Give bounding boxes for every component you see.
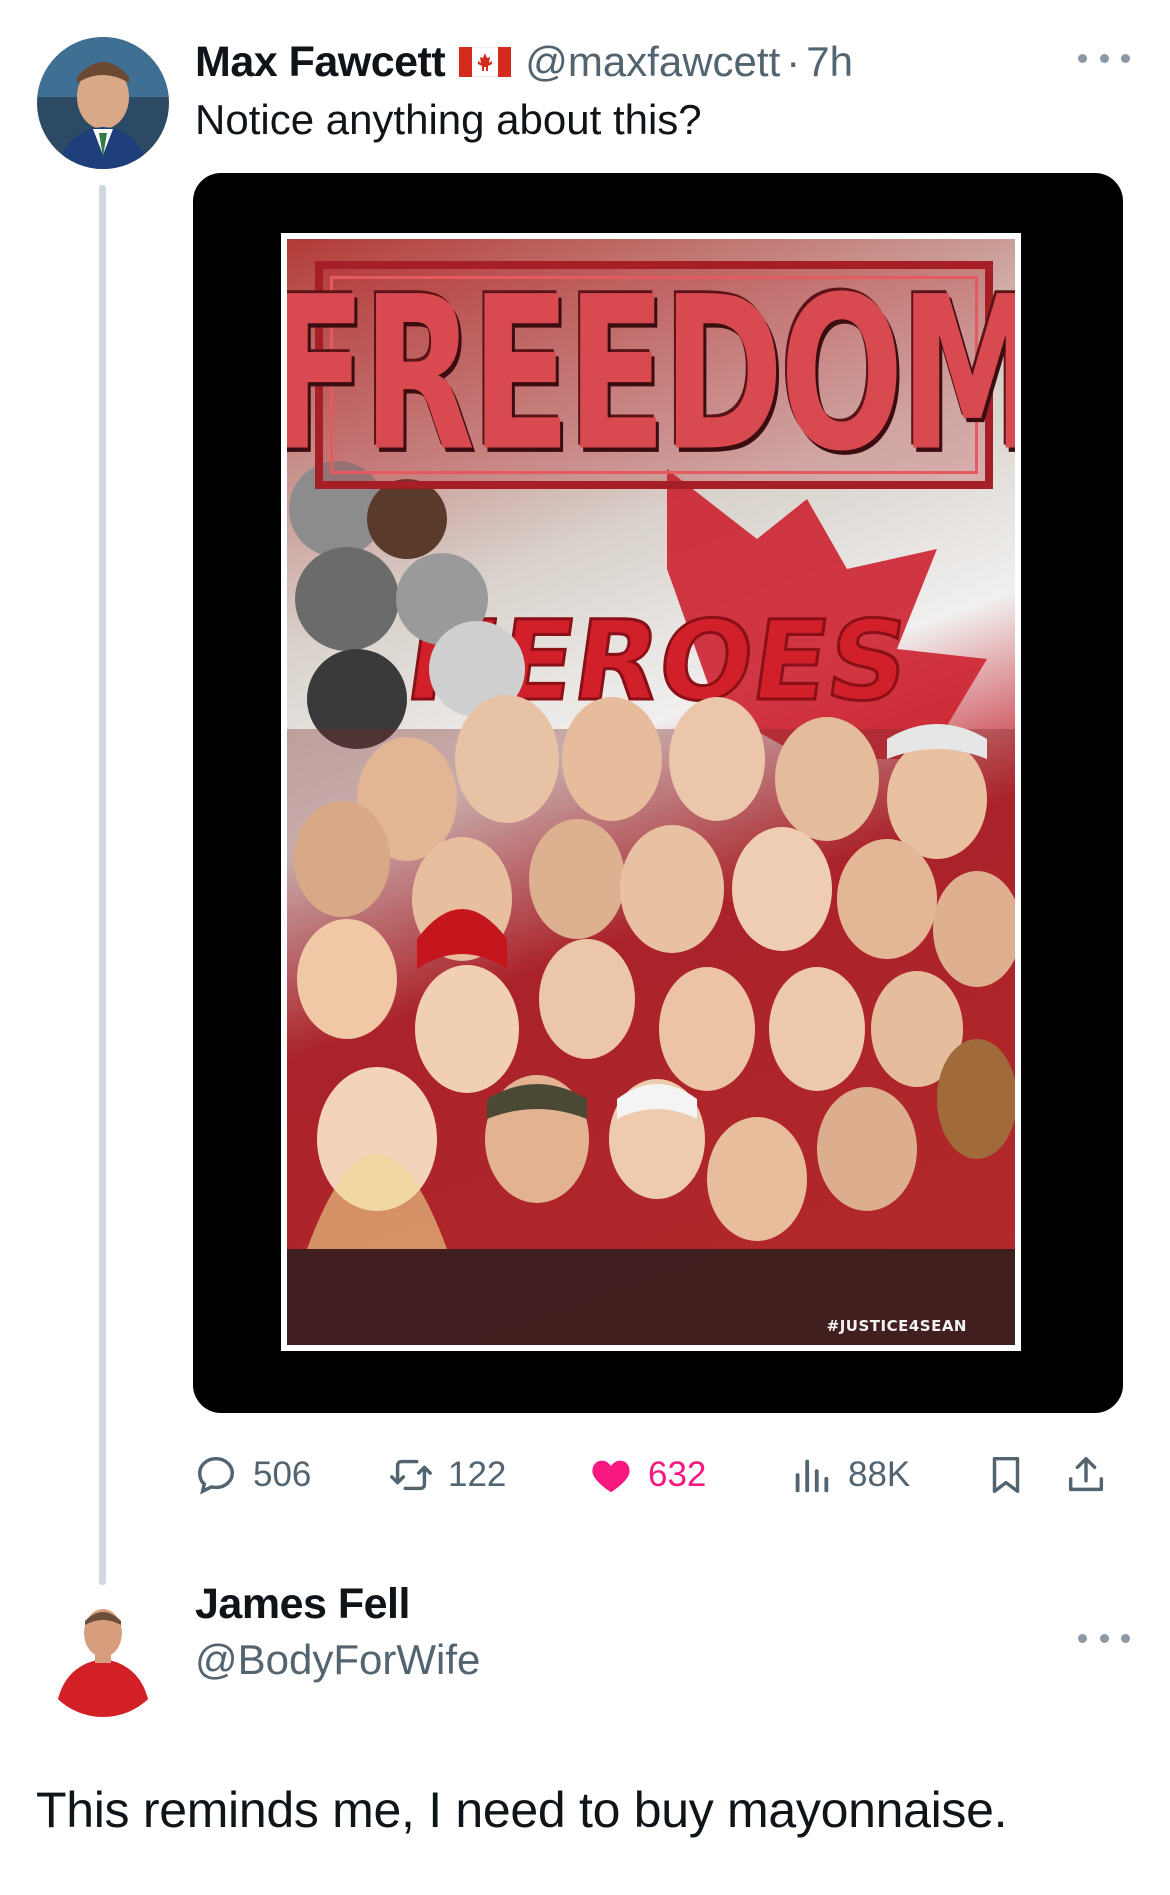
reply-tweet-text: This reminds me, I need to buy mayonnais… xyxy=(36,1782,1008,1838)
poster-headline: FREEDOM xyxy=(287,251,1015,499)
tweet-timestamp[interactable]: 7h xyxy=(806,38,853,86)
retweet-count: 122 xyxy=(448,1455,507,1494)
tweet-text: Notice anything about this? xyxy=(195,96,702,143)
freedom-headline-frame: FREEDOM xyxy=(287,252,1015,499)
avatar-image xyxy=(37,1585,169,1717)
share-icon xyxy=(1068,1456,1104,1492)
views-button[interactable]: 88K xyxy=(788,1445,910,1505)
tweet-action-bar: 506 122 632 88K xyxy=(193,1445,1123,1505)
more-options-icon[interactable] xyxy=(1078,48,1130,68)
retweet-button[interactable]: 122 xyxy=(388,1445,506,1505)
retweet-icon xyxy=(390,1459,432,1491)
heart-icon xyxy=(592,1460,630,1493)
view-count: 88K xyxy=(848,1455,911,1494)
avatar-james-fell[interactable] xyxy=(37,1585,169,1717)
author-name[interactable]: Max Fawcett xyxy=(195,38,446,87)
reply-author-name[interactable]: James Fell xyxy=(195,1580,410,1629)
like-count: 632 xyxy=(648,1455,707,1494)
tweet-header: Max Fawcett @maxfawcett · 7h xyxy=(195,32,853,92)
thread-connector-line xyxy=(99,185,106,1585)
like-button[interactable]: 632 xyxy=(588,1445,706,1505)
canada-flag-icon xyxy=(459,47,512,77)
tweet-media-image[interactable]: HEROES FREEDOM #JUSTICE4SEAN xyxy=(193,173,1123,1413)
reply-button[interactable]: 506 xyxy=(193,1445,311,1505)
bookmark-button[interactable] xyxy=(983,1445,1029,1505)
more-options-icon[interactable] xyxy=(1078,1628,1130,1648)
avatar-image xyxy=(37,37,169,169)
avatar-max-fawcett[interactable] xyxy=(37,37,169,169)
bookmark-icon xyxy=(992,1456,1020,1494)
share-button[interactable] xyxy=(1063,1445,1109,1505)
reply-count: 506 xyxy=(253,1455,312,1494)
reply-icon xyxy=(197,1456,235,1495)
reply-author-handle[interactable]: @BodyForWife xyxy=(195,1636,480,1684)
analytics-icon xyxy=(795,1459,829,1493)
separator-dot: · xyxy=(786,38,801,85)
freedom-heroes-poster: HEROES FREEDOM #JUSTICE4SEAN xyxy=(281,233,1021,1351)
author-handle[interactable]: @maxfawcett xyxy=(525,38,780,86)
poster-hashtag: #JUSTICE4SEAN xyxy=(826,1317,967,1335)
